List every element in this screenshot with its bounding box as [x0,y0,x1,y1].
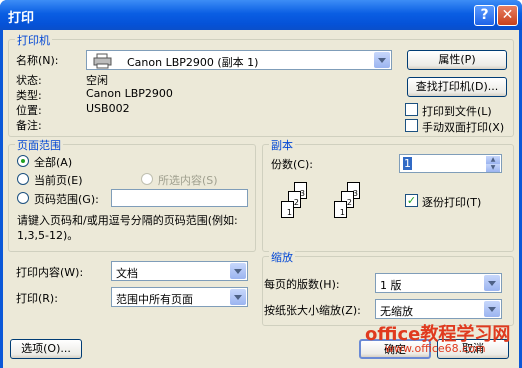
page-range-current-label: 当前页(E) [34,174,83,187]
printer-name-label: 名称(N): [16,54,59,67]
dialog-body: 打印机 名称(N): Canon LBP2900 (副本 1) 属性(P) 状态… [3,30,519,368]
window-title: 打印 [8,11,35,26]
pages-per-sheet-select[interactable]: 1 版 [375,273,502,293]
print-to-file-label: 打印到文件(L) [422,105,492,118]
copies-count-spinner[interactable]: 1 ▲ ▼ [399,154,502,173]
watermark-url: www.office68.com [385,342,486,355]
properties-button[interactable]: 属性(P) [407,50,507,70]
print-label: 打印(R): [16,292,58,305]
scale-label: 按纸张大小缩放(Z): [264,304,361,317]
copies-count-value: 1 [403,157,412,170]
page-range-selection-radio[interactable] [141,173,153,185]
page-range-selection-label: 所选内容(S) [158,174,218,187]
page-range-current-radio[interactable] [17,173,29,185]
pages-per-sheet-label: 每页的版数(H): [264,278,340,291]
print-select[interactable]: 范围中所有页面 [111,287,248,307]
printer-legend: 打印机 [15,32,52,48]
title-bar: 打印 ? ✕ [0,0,522,30]
status-value: 空闲 [86,74,108,87]
print-dialog: 打印 ? ✕ 打印机 名称(N): Canon LBP2900 (副本 1) 属… [0,0,522,368]
options-button[interactable]: 选项(O)... [10,339,82,359]
collate-checkbox[interactable]: ✓ [405,194,418,207]
manual-duplex-label: 手动双面打印(X) [422,121,505,134]
print-to-file-checkbox[interactable] [405,103,418,116]
copies-legend: 副本 [269,137,295,153]
page-range-pages-label: 页码范围(G): [34,193,99,206]
close-icon[interactable]: ✕ [497,5,518,26]
zoom-legend: 缩放 [269,249,295,265]
type-label: 类型: [16,89,42,102]
chevron-down-icon[interactable] [484,275,500,291]
chevron-down-icon[interactable] [484,301,500,317]
spin-up-icon[interactable]: ▲ [486,156,500,164]
page-range-legend: 页面范围 [15,137,63,153]
chevron-down-icon[interactable] [230,289,246,305]
status-label: 状态: [16,74,42,87]
location-label: 位置: [16,104,42,117]
scale-value: 无缩放 [380,305,413,318]
type-value: Canon LBP2900 [86,87,173,100]
page-range-all-label: 全部(A) [34,156,73,169]
page-range-input[interactable] [111,189,248,207]
manual-duplex-checkbox[interactable] [405,119,418,132]
chevron-down-icon[interactable] [230,263,246,279]
chevron-down-icon[interactable] [374,52,390,68]
pages-per-sheet-value: 1 版 [380,279,402,292]
find-printer-button[interactable]: 查找打印机(D)... [407,77,507,97]
printer-name-value: Canon LBP2900 (副本 1) [127,56,259,69]
page-range-pages-radio[interactable] [17,192,29,204]
location-value: USB002 [86,102,130,115]
printer-name-select[interactable]: Canon LBP2900 (副本 1) [86,50,392,70]
page-range-hint: 请键入页码和/或用逗号分隔的页码范围(例如: 1,3,5-12)。 [17,214,238,242]
print-content-label: 打印内容(W): [16,266,84,279]
page-range-all-radio[interactable] [17,155,29,167]
comment-label: 备注: [16,119,42,132]
help-icon[interactable]: ? [474,5,495,26]
print-content-value: 文档 [116,267,138,280]
print-content-select[interactable]: 文档 [111,261,248,281]
copies-count-label: 份数(C): [271,158,313,171]
scale-select[interactable]: 无缩放 [375,299,502,319]
spin-down-icon[interactable]: ▼ [486,164,500,172]
print-value: 范围中所有页面 [116,293,193,306]
printer-icon [93,53,112,69]
collate-label: 逐份打印(T) [422,196,482,209]
